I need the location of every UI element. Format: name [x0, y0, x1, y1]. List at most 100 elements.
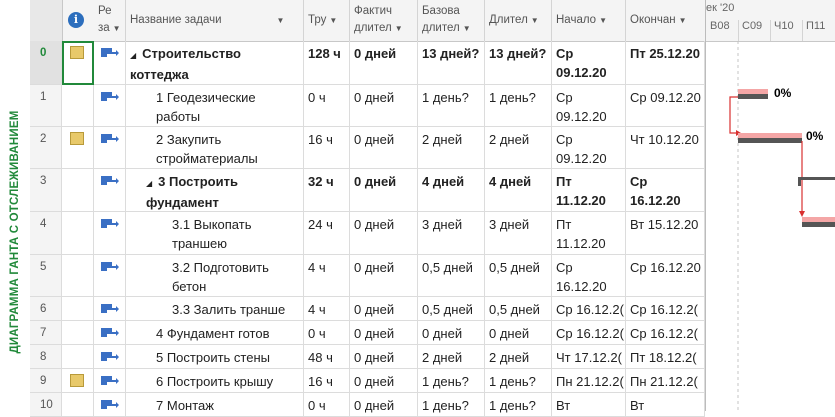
duration-cell[interactable]: 1 день? — [485, 369, 552, 392]
task-row[interactable]: 22 Закупить стройматериалы 16 ч0 дней 2 дн… — [30, 127, 705, 169]
task-name-cell[interactable]: 6 Построить крышу — [126, 369, 304, 392]
work-cell[interactable]: 32 ч — [304, 169, 350, 211]
baseline-cell[interactable]: 4 дней — [418, 169, 485, 211]
chevron-down-icon[interactable]: ▼ — [277, 16, 285, 25]
task-name-cell[interactable]: 3.1 Выкопать траншею — [126, 212, 304, 254]
collapse-triangle-icon[interactable]: ◢ — [146, 179, 152, 188]
start-cell[interactable]: Пн 21.12.2( — [552, 369, 626, 392]
work-cell[interactable]: 16 ч — [304, 127, 350, 168]
baseline-cell[interactable]: 13 дней? — [418, 41, 485, 84]
duration-cell[interactable]: 4 дней — [485, 169, 552, 211]
gantt-bar-baseline[interactable] — [738, 133, 802, 138]
column-finish[interactable]: Окончан ▼ — [626, 0, 705, 41]
task-row[interactable]: 6 3.3 Залить транше 4 ч0 дней 0,5 дней 0,5 д… — [30, 297, 705, 321]
baseline-cell[interactable]: 0,5 дней — [418, 255, 485, 296]
task-mode-cell[interactable] — [94, 169, 126, 211]
actual-cell[interactable]: 0 дней — [350, 212, 418, 254]
chevron-down-icon[interactable]: ▼ — [679, 16, 687, 25]
start-cell[interactable]: Ср 09.12.20 — [552, 41, 626, 84]
finish-cell[interactable]: Ср 16.12.20 — [626, 169, 705, 211]
finish-cell[interactable]: Чт 10.12.20 — [626, 127, 705, 168]
duration-cell[interactable]: 0,5 дней — [485, 297, 552, 320]
chevron-down-icon[interactable]: ▼ — [329, 16, 337, 25]
task-mode-cell[interactable] — [94, 297, 126, 320]
row-id[interactable]: 6 — [30, 297, 62, 320]
actual-cell[interactable]: 0 дней — [350, 255, 418, 296]
finish-cell[interactable]: Вт — [626, 393, 705, 416]
duration-cell[interactable]: 1 день? — [485, 85, 552, 126]
note-icon[interactable] — [70, 132, 84, 145]
gantt-bar-baseline[interactable] — [802, 217, 835, 222]
work-cell[interactable]: 0 ч — [304, 321, 350, 344]
work-cell[interactable]: 16 ч — [304, 369, 350, 392]
row-id[interactable]: 5 — [30, 255, 62, 296]
row-id[interactable]: 2 — [30, 127, 62, 168]
task-name-cell[interactable]: ◢ 3 Построить фундамент — [126, 169, 304, 211]
finish-cell[interactable]: Пн 21.12.2( — [626, 369, 705, 392]
indicator-cell[interactable] — [62, 321, 94, 344]
indicator-cell[interactable] — [62, 212, 94, 254]
indicator-cell[interactable] — [62, 369, 94, 392]
chevron-down-icon[interactable]: ▼ — [463, 24, 471, 33]
start-cell[interactable]: Ср 16.12.20 — [552, 255, 626, 296]
gantt-bar-actual[interactable] — [738, 138, 802, 143]
column-actual-duration[interactable]: Фактич длител ▼ — [350, 0, 418, 41]
actual-cell[interactable]: 0 дней — [350, 393, 418, 416]
start-cell[interactable]: Ср 16.12.2( — [552, 297, 626, 320]
indicator-cell[interactable] — [62, 127, 94, 168]
duration-cell[interactable]: 1 день? — [485, 393, 552, 416]
task-name-cell[interactable]: 3.3 Залить транше — [126, 297, 304, 320]
note-icon[interactable] — [70, 374, 84, 387]
duration-cell[interactable]: 2 дней — [485, 127, 552, 168]
chevron-down-icon[interactable]: ▼ — [395, 24, 403, 33]
baseline-cell[interactable]: 1 день? — [418, 393, 485, 416]
actual-cell[interactable]: 0 дней — [350, 321, 418, 344]
task-mode-cell[interactable] — [94, 369, 126, 392]
task-name-cell[interactable]: 2 Закупить стройматериалы — [126, 127, 304, 168]
duration-cell[interactable]: 0,5 дней — [485, 255, 552, 296]
task-row[interactable]: 96 Построить крышу 16 ч0 дней 1 день? 1 ден… — [30, 369, 705, 393]
indicator-cell[interactable] — [62, 393, 94, 416]
start-cell[interactable]: Ср 09.12.20 — [552, 127, 626, 168]
column-task-mode[interactable]: Ре за ▼ — [94, 0, 126, 41]
work-cell[interactable]: 0 ч — [304, 393, 350, 416]
row-id[interactable]: 10 — [30, 393, 62, 416]
gantt-bar-actual[interactable] — [802, 222, 835, 227]
baseline-cell[interactable]: 1 день? — [418, 369, 485, 392]
row-id[interactable]: 3 — [30, 169, 62, 211]
chevron-down-icon[interactable]: ▼ — [113, 24, 121, 33]
task-row[interactable]: 5 3.2 Подготовить бетон 4 ч0 дней 0,5 дней 0… — [30, 255, 705, 297]
finish-cell[interactable]: Ср 16.12.2( — [626, 321, 705, 344]
baseline-cell[interactable]: 2 дней — [418, 345, 485, 368]
finish-cell[interactable]: Ср 16.12.2( — [626, 297, 705, 320]
row-id[interactable]: 9 — [30, 369, 62, 392]
work-cell[interactable]: 0 ч — [304, 85, 350, 126]
actual-cell[interactable]: 0 дней — [350, 127, 418, 168]
work-cell[interactable]: 24 ч — [304, 212, 350, 254]
finish-cell[interactable]: Пт 18.12.2( — [626, 345, 705, 368]
task-row[interactable]: 3 ◢ 3 Построить фундамент 32 ч0 дней 4 дней 4… — [30, 169, 705, 212]
task-name-cell[interactable]: 7 Монтаж — [126, 393, 304, 416]
duration-cell[interactable]: 0 дней — [485, 321, 552, 344]
baseline-cell[interactable]: 0 дней — [418, 321, 485, 344]
task-name-cell[interactable]: 4 Фундамент готов — [126, 321, 304, 344]
note-icon[interactable] — [70, 46, 84, 59]
finish-cell[interactable]: Ср 16.12.20 — [626, 255, 705, 296]
task-mode-cell[interactable] — [94, 127, 126, 168]
baseline-cell[interactable]: 2 дней — [418, 127, 485, 168]
baseline-cell[interactable]: 0,5 дней — [418, 297, 485, 320]
finish-cell[interactable]: Вт 15.12.20 — [626, 212, 705, 254]
start-cell[interactable]: Пт 11.12.20 — [552, 212, 626, 254]
column-duration[interactable]: Длител ▼ — [485, 0, 552, 41]
work-cell[interactable]: 48 ч — [304, 345, 350, 368]
actual-cell[interactable]: 0 дней — [350, 169, 418, 211]
task-mode-cell[interactable] — [94, 345, 126, 368]
task-mode-cell[interactable] — [94, 212, 126, 254]
indicator-cell[interactable] — [62, 345, 94, 368]
column-task-name[interactable]: Название задачи ▼ — [126, 0, 304, 41]
row-id[interactable]: 4 — [30, 212, 62, 254]
actual-cell[interactable]: 0 дней — [350, 85, 418, 126]
task-mode-cell[interactable] — [94, 41, 126, 84]
task-name-cell[interactable]: 3.2 Подготовить бетон — [126, 255, 304, 296]
task-mode-cell[interactable] — [94, 255, 126, 296]
